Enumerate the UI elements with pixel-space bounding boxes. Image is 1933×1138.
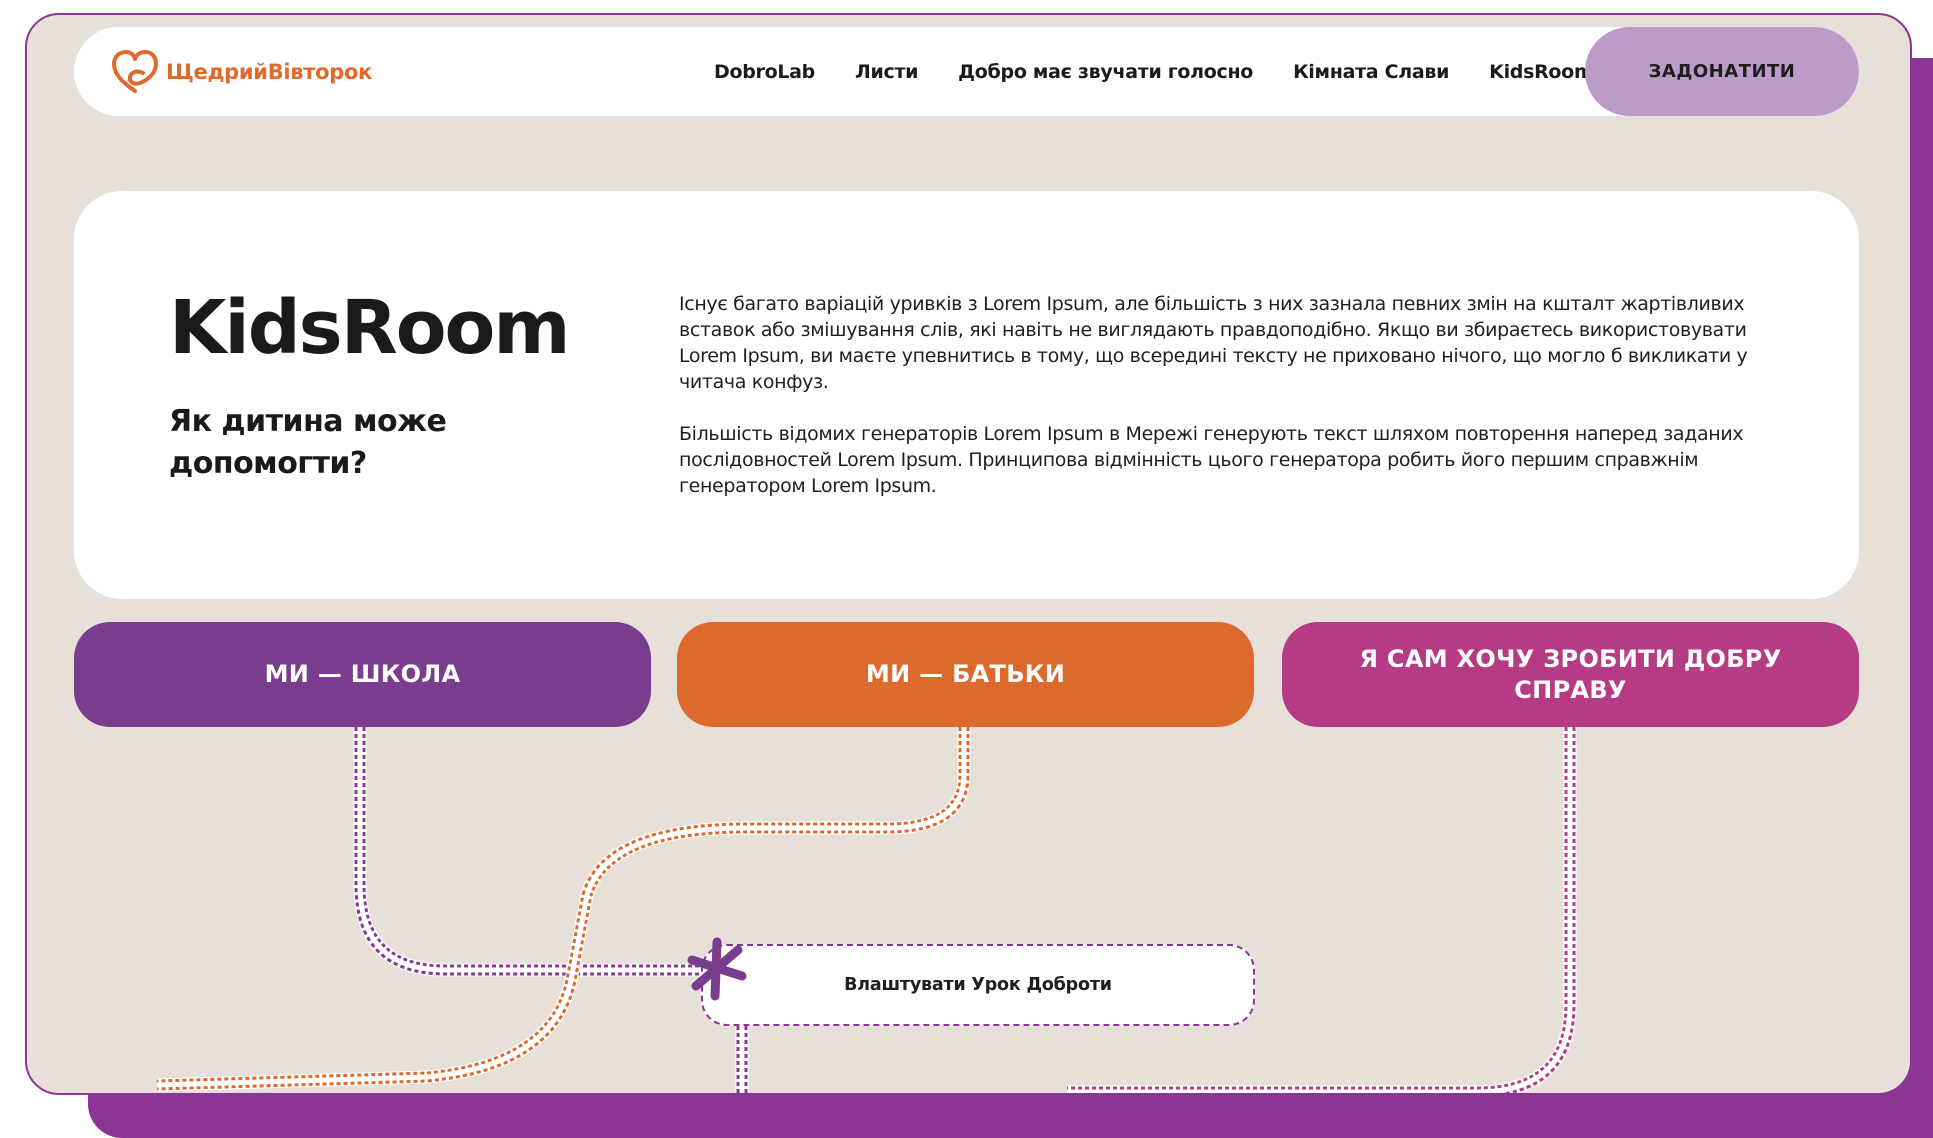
parents-path: [156, 727, 971, 1092]
category-school-button[interactable]: МИ — ШКОЛА: [74, 622, 651, 727]
self-path: [1067, 727, 1577, 1093]
path-lines: [156, 727, 1577, 1093]
category-self-button[interactable]: Я САМ ХОЧУ ЗРОБИТИ ДОБРУ СПРАВУ: [1282, 622, 1859, 727]
kindness-lesson-step[interactable]: Влаштувати Урок Доброти: [701, 944, 1255, 1026]
school-path: [353, 727, 717, 977]
category-parents-button[interactable]: МИ — БАТЬКИ: [677, 622, 1254, 727]
step-label: Влаштувати Урок Доброти: [844, 975, 1112, 995]
asterisk-icon: [687, 937, 747, 1001]
page-screen: ЩедрийВівторок DobroLab Листи Добро має …: [25, 13, 1912, 1095]
